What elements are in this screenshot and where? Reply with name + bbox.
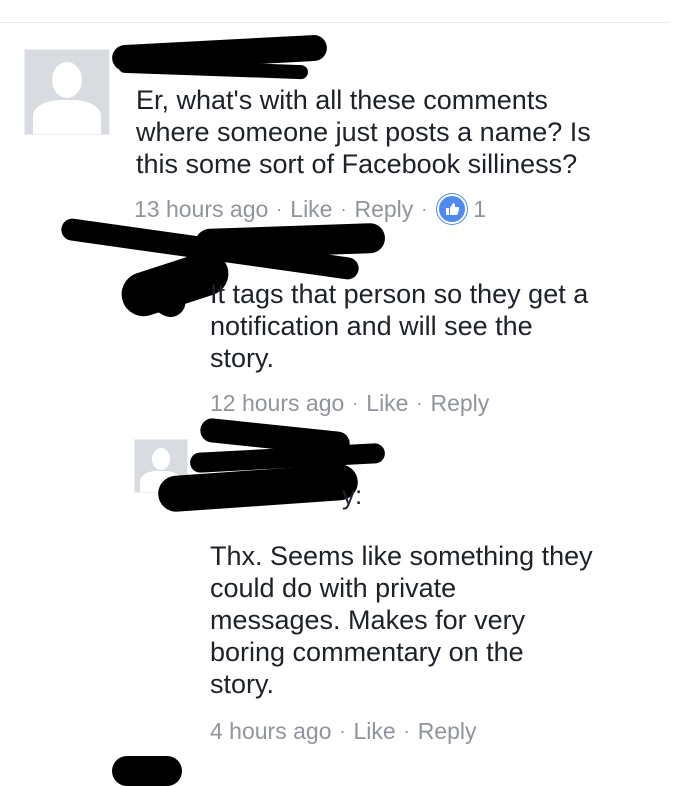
avatar-shoulders-icon (33, 100, 101, 134)
comment-meta: 12 hours ago · Like · Reply (210, 389, 489, 417)
avatar-head-icon (52, 62, 82, 98)
like-link[interactable]: Like (366, 389, 408, 417)
comment-meta: 13 hours ago · Like · Reply · 1 (134, 194, 486, 224)
comment-text: Thx. Seems like something they could do … (210, 541, 593, 699)
redacted-commenter-name (194, 222, 386, 260)
avatar[interactable] (24, 49, 110, 135)
reply-link[interactable]: Reply (354, 195, 413, 223)
comment-text: Er, what's with all these comments where… (136, 85, 591, 179)
meta-separator: · (421, 199, 428, 219)
meta-separator: · (352, 393, 359, 413)
meta-separator: · (416, 393, 423, 413)
redacted-commenter-name (112, 756, 182, 786)
reaction-count[interactable]: 1 (473, 195, 486, 223)
reply-link[interactable]: Reply (430, 389, 489, 417)
avatar-head-icon (152, 448, 170, 470)
meta-separator: · (339, 721, 346, 741)
top-divider (0, 22, 670, 23)
comment-timestamp[interactable]: 12 hours ago (210, 389, 344, 417)
thumbs-up-icon[interactable] (437, 194, 468, 224)
meta-separator: · (276, 199, 283, 219)
like-link[interactable]: Like (353, 717, 395, 745)
comment-timestamp[interactable]: 13 hours ago (134, 195, 268, 223)
like-link[interactable]: Like (290, 195, 332, 223)
comment-meta: 4 hours ago · Like · Reply (210, 717, 477, 745)
commenter-name-fragment: y: (342, 480, 363, 510)
meta-separator: · (340, 199, 347, 219)
comment-timestamp[interactable]: 4 hours ago (210, 717, 331, 745)
reply-link[interactable]: Reply (418, 717, 477, 745)
meta-separator: · (403, 721, 410, 741)
comment-text: It tags that person so they get a notifi… (210, 279, 589, 373)
